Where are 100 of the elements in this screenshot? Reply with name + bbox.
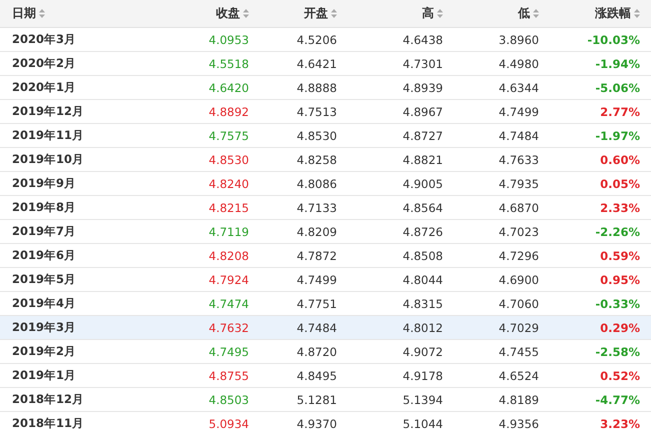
sort-icon	[533, 9, 539, 18]
table-cell-text: 5.1394	[402, 392, 444, 406]
sort-icon	[243, 9, 249, 18]
column-header[interactable]: 涨跌幅	[550, 5, 651, 22]
table-cell-text: 4.7474	[208, 296, 250, 310]
table-cell-text: 4.9005	[402, 176, 444, 190]
table-cell-text: 2019年6月	[11, 248, 78, 263]
table-cell-text: 0.29%	[599, 320, 641, 334]
table-cell-text: 2020年2月	[11, 56, 78, 71]
table-cell-text: 2019年9月	[11, 176, 78, 191]
table-cell-text: 2.33%	[599, 200, 641, 214]
table-cell-text: 4.9178	[402, 368, 444, 382]
table-cell-text: 4.7495	[208, 344, 250, 358]
table-cell-text: 4.8209	[296, 224, 338, 238]
sort-icon	[437, 9, 443, 18]
table-cell-text: 4.8315	[402, 296, 444, 310]
table-cell-text: 2019年1月	[11, 368, 78, 383]
table-cell-text: 2.77%	[599, 104, 641, 118]
table-cell-text: 0.95%	[599, 272, 641, 286]
table-cell-text: 5.1044	[402, 416, 444, 430]
table-cell-text: 4.8189	[498, 392, 540, 406]
table-cell-text: 4.7455	[498, 344, 540, 358]
table-cell-text: 4.8821	[402, 152, 444, 166]
table-cell-text: 2019年2月	[11, 344, 78, 359]
table-cell-text: 4.8208	[208, 248, 250, 262]
table-cell-text: -1.94%	[594, 56, 641, 70]
table-cell-text: 4.7484	[498, 128, 540, 142]
table-cell-text: 2019年5月	[11, 272, 78, 287]
table-cell-text: 4.8215	[208, 200, 250, 214]
table-cell-text: 4.5206	[296, 32, 338, 46]
table-cell-text: 4.8044	[402, 272, 444, 286]
table-cell-text: -0.33%	[594, 296, 641, 310]
table-cell-text: 2019年12月	[11, 104, 86, 119]
table-cell-text: 0.05%	[599, 176, 641, 190]
table-cell-text: 4.6870	[498, 200, 540, 214]
sort-icon	[634, 9, 640, 18]
table-cell-text: 4.7499	[498, 104, 540, 118]
table-cell-text: -5.06%	[594, 80, 641, 94]
table-cell-text: 2020年3月	[11, 32, 78, 47]
table-cell-text: 5.1281	[296, 392, 338, 406]
table-cell-text: 4.7575	[208, 128, 250, 142]
table-cell-text: -2.58%	[594, 344, 641, 358]
table-cell-text: 4.7023	[498, 224, 540, 238]
table-cell-text: -10.03%	[586, 32, 641, 46]
table-cell-text: 4.7301	[402, 56, 444, 70]
column-header[interactable]: 日期	[0, 5, 170, 22]
table-cell-text: 2019年7月	[11, 224, 78, 239]
table-cell-text: 2018年12月	[11, 392, 86, 407]
table-cell-text: 4.8888	[296, 80, 338, 94]
column-header[interactable]: 开盘	[260, 5, 348, 22]
table-cell-text: 4.8012	[402, 320, 444, 334]
table-cell-text: 3.8960	[498, 32, 540, 46]
table-cell-text: 4.7751	[296, 296, 338, 310]
column-header[interactable]: 高	[348, 5, 454, 22]
table-cell-text: 4.6420	[208, 80, 250, 94]
table-cell-text: 4.7133	[296, 200, 338, 214]
table-cell-text: 4.8086	[296, 176, 338, 190]
table-cell-text: -4.77%	[594, 392, 641, 406]
table-cell-text: 0.60%	[599, 152, 641, 166]
table-cell-text: 4.8530	[296, 128, 338, 142]
table-cell-text: 4.8258	[296, 152, 338, 166]
table-cell-text: 4.8530	[208, 152, 250, 166]
table-cell-text: 4.8503	[208, 392, 250, 406]
table-cell-text: 4.9356	[498, 416, 540, 430]
table-cell-text: 2018年11月	[11, 416, 86, 431]
table-cell-text: 4.7060	[498, 296, 540, 310]
table-cell-text: 4.7119	[208, 224, 250, 238]
table-cell-text: 4.8720	[296, 344, 338, 358]
column-header[interactable]: 收盘	[170, 5, 260, 22]
table-cell-text: 4.8564	[402, 200, 444, 214]
table-cell-text: 4.8755	[208, 368, 250, 382]
table-cell-text: 3.23%	[599, 416, 641, 430]
table-cell-text: 4.7029	[498, 320, 540, 334]
table-cell-text: 2019年10月	[11, 152, 86, 167]
table-cell-text: 4.7484	[296, 320, 338, 334]
table-cell-text: 2019年11月	[11, 128, 86, 143]
table-cell-text: -2.26%	[594, 224, 641, 238]
sort-icon	[331, 9, 337, 18]
table-cell-text: 4.7632	[208, 320, 250, 334]
table-cell-text: 4.7513	[296, 104, 338, 118]
table-cell-text: 4.7296	[498, 248, 540, 262]
table-cell-text: 4.8939	[402, 80, 444, 94]
table-cell-text: 4.6421	[296, 56, 338, 70]
table-cell-text: 4.6524	[498, 368, 540, 382]
table-cell-text: 5.0934	[208, 416, 250, 430]
table-cell-text: 2019年3月	[11, 320, 78, 335]
table-cell-text: 2019年8月	[11, 200, 78, 215]
table-cell-text: 4.5518	[208, 56, 250, 70]
table-cell-text: 4.4980	[498, 56, 540, 70]
table-cell-text: 4.7872	[296, 248, 338, 262]
column-header[interactable]: 低	[454, 5, 550, 22]
table-cell-text: 4.6900	[498, 272, 540, 286]
table-cell-text: 0.59%	[599, 248, 641, 262]
table-cell-text: 2020年1月	[11, 80, 78, 95]
table-cell-text: 4.6438	[402, 32, 444, 46]
table-cell-text: 4.7935	[498, 176, 540, 190]
table-cell-text: 2019年4月	[11, 296, 78, 311]
table-row[interactable]: 2019年3月 4.7632 4.7484 4.8012 4.7029 0.29%	[0, 316, 651, 340]
table-cell-text: 4.8727	[402, 128, 444, 142]
table-cell-text: 4.0953	[208, 32, 250, 46]
